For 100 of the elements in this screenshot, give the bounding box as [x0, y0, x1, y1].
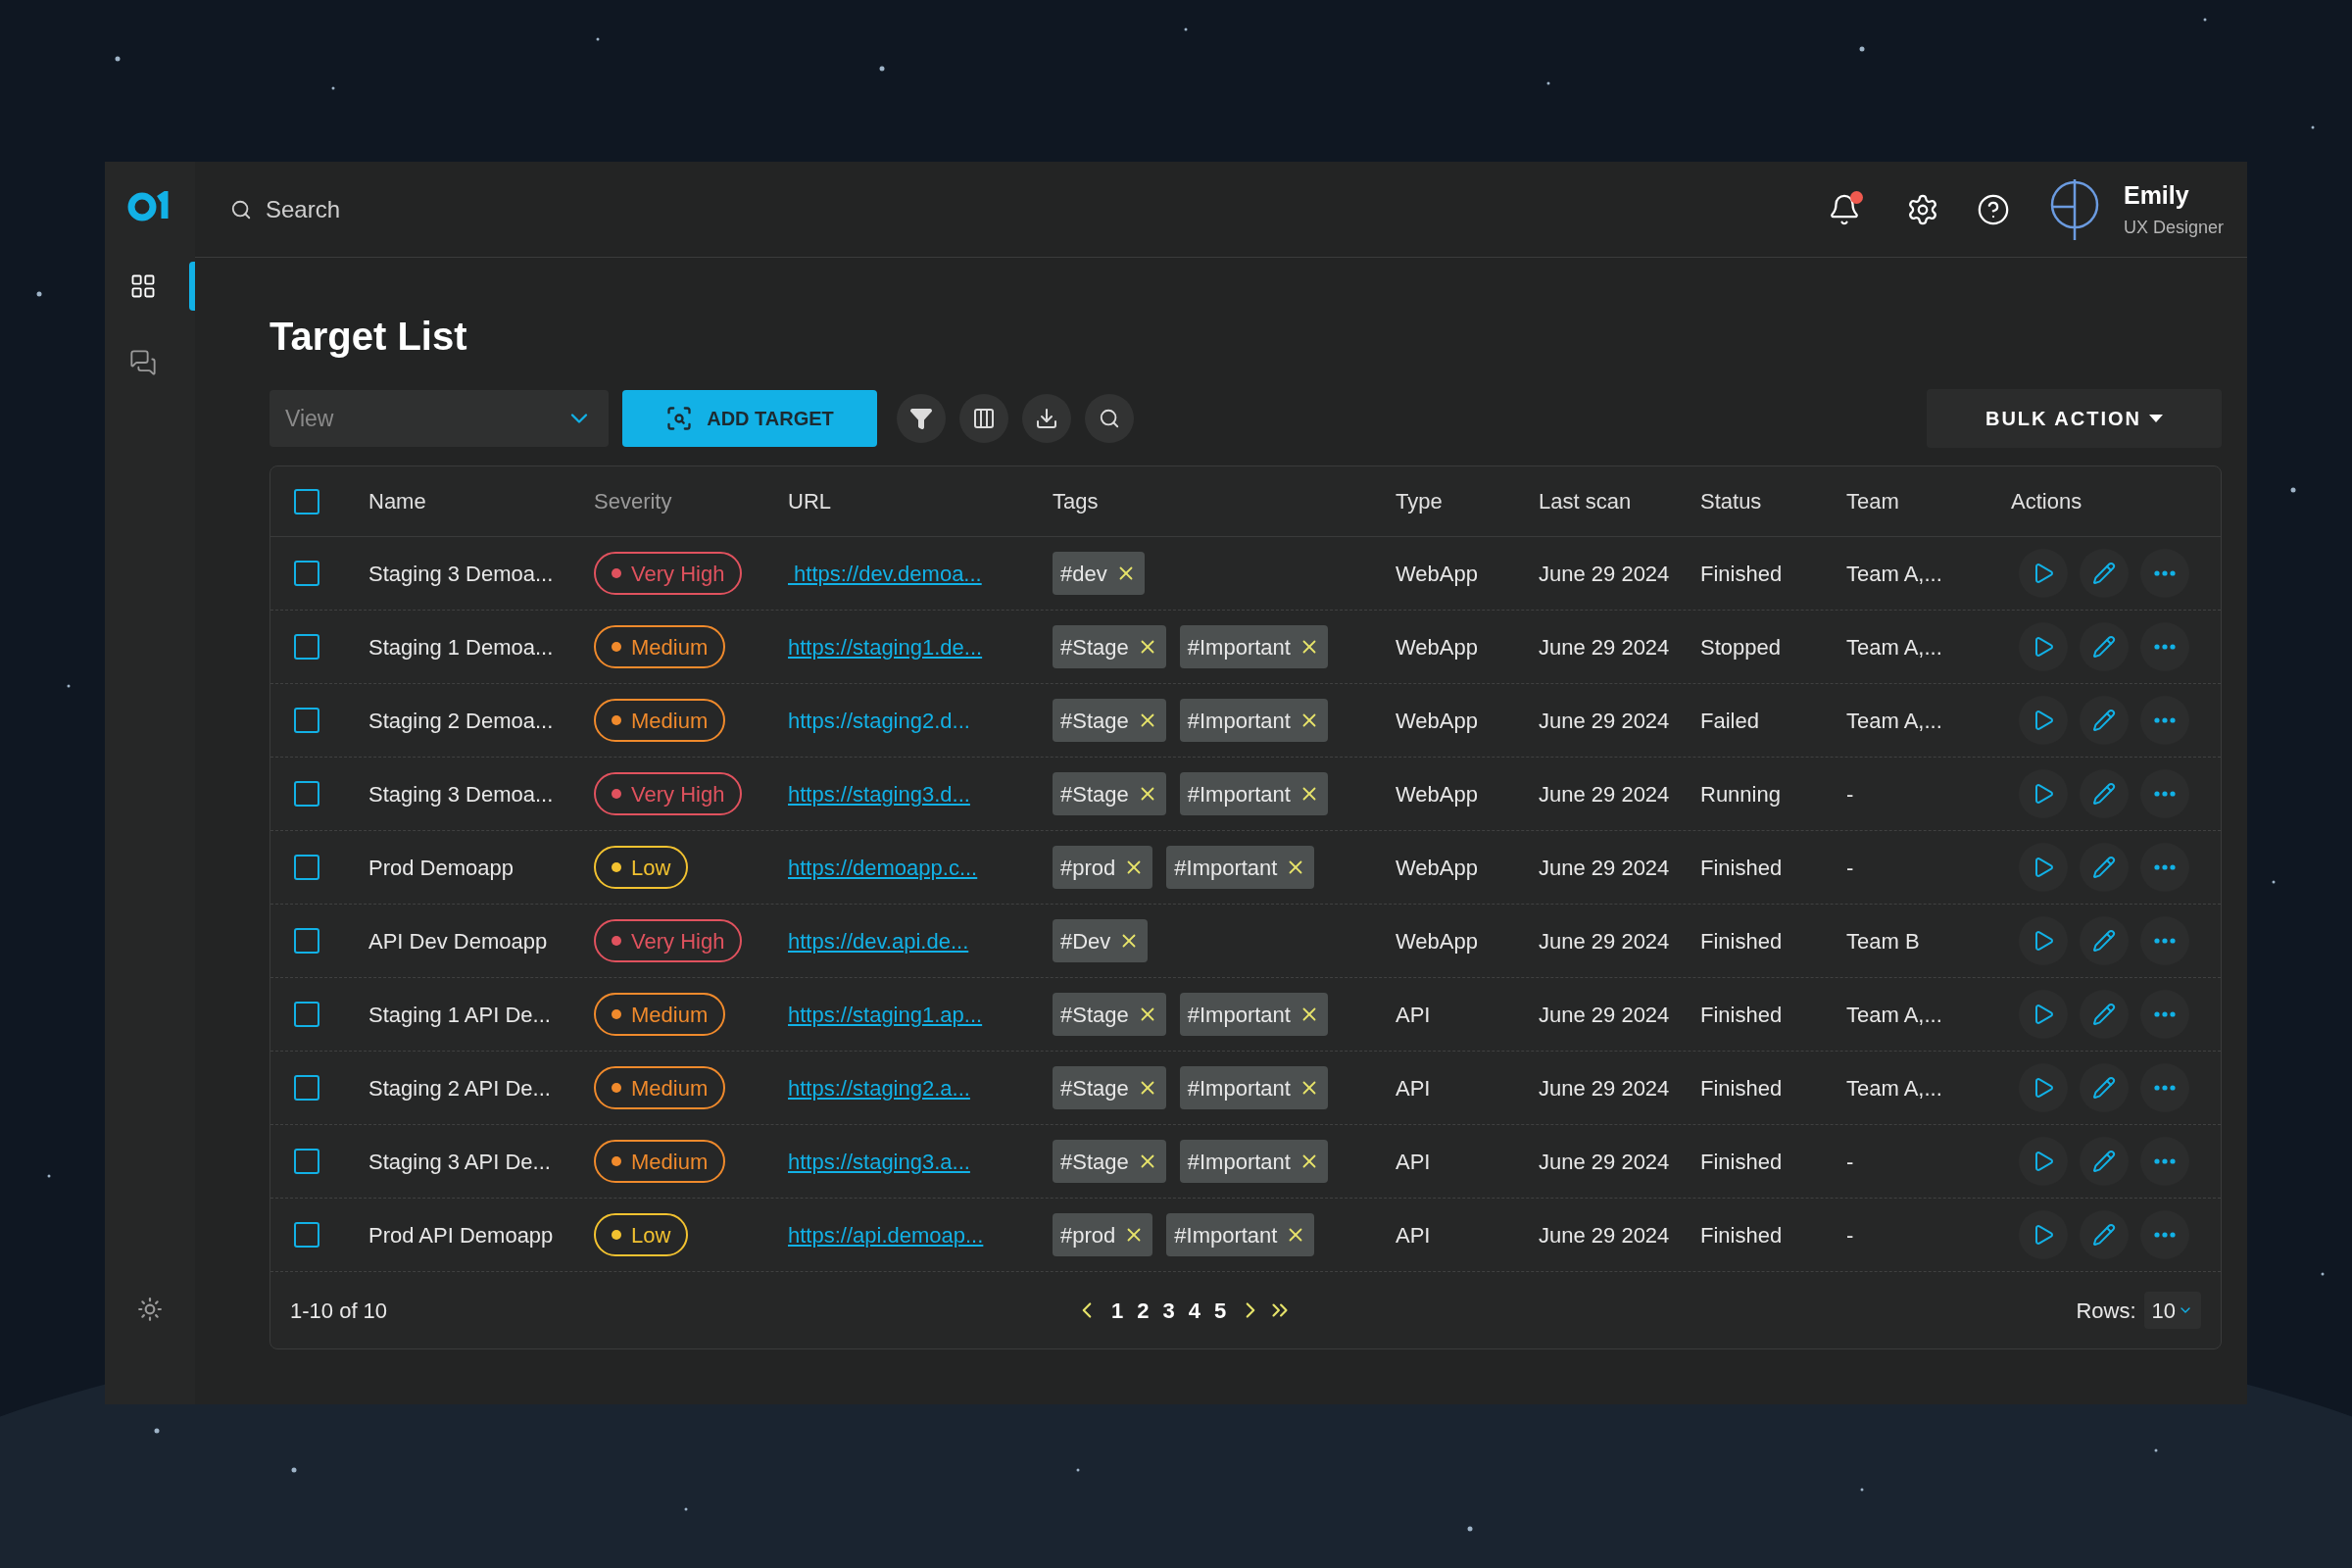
pencil-icon [2092, 1223, 2116, 1247]
type-cell-text: WebApp [1396, 854, 1479, 882]
row-checkbox[interactable] [294, 781, 319, 807]
row-checkbox[interactable] [294, 1222, 319, 1248]
grid-icon [129, 272, 157, 300]
tag-chip: #Important [1166, 1213, 1315, 1256]
more-icon [2154, 644, 2176, 650]
pencil-icon [2092, 782, 2116, 806]
status-cell-text: Finished [1700, 927, 1784, 956]
help-icon[interactable] [1976, 192, 2010, 226]
filter-button[interactable] [897, 394, 946, 443]
status-cell-text: Failed [1700, 707, 1760, 735]
download-button[interactable] [1022, 394, 1071, 443]
url-link[interactable]: https://staging3.d... [788, 777, 970, 810]
view-dropdown[interactable]: View [270, 390, 609, 447]
pencil-icon [2092, 929, 2116, 953]
more-icon [2154, 570, 2176, 576]
tag-chip: #Important [1179, 993, 1328, 1036]
row-checkbox[interactable] [294, 855, 319, 880]
row-checkbox[interactable] [294, 561, 319, 586]
tag-chip: #Important [1166, 846, 1315, 889]
search-button[interactable] [1085, 394, 1134, 443]
last-scan-cell-text: June 29 2024 [1539, 1148, 1671, 1176]
row-checkbox[interactable] [294, 634, 319, 660]
tag-chip: #Important [1179, 1066, 1328, 1109]
row-checkbox[interactable] [294, 1075, 319, 1101]
page-button[interactable]: 2 [1135, 1294, 1152, 1327]
page-button[interactable]: 1 [1109, 1294, 1126, 1327]
add-target-button[interactable]: ADD TARGET [622, 390, 877, 447]
name-cell-text: Staging 3 Demoa... [368, 560, 555, 588]
type-cell-text: WebApp [1396, 927, 1479, 956]
severity-badge: Low [594, 846, 689, 889]
columns-icon [972, 407, 996, 430]
severity-badge: Very High [594, 552, 743, 595]
last-scan-cell-text: June 29 2024 [1539, 780, 1671, 808]
bulk-action-button[interactable]: BULK ACTION [1927, 389, 2222, 448]
pencil-icon [2092, 709, 2116, 732]
severity-badge: Medium [594, 1140, 726, 1183]
tag-chip: #dev [1053, 552, 1145, 595]
row-checkbox[interactable] [294, 1002, 319, 1027]
team-cell-text: Team A,... [1846, 1001, 1943, 1029]
severity-badge: Low [594, 1213, 689, 1256]
more-icon [2154, 1232, 2176, 1238]
team-cell-text: Team A,... [1846, 1074, 1943, 1102]
url-link[interactable]: https://api.demoap... [788, 1218, 984, 1251]
page-button[interactable]: 3 [1160, 1294, 1177, 1327]
last-scan-cell-text: June 29 2024 [1539, 633, 1671, 662]
last-scan-cell-text: June 29 2024 [1539, 1001, 1671, 1029]
more-icon [2154, 1011, 2176, 1017]
row-checkbox[interactable] [294, 708, 319, 733]
team-cell-text: Team A,... [1846, 560, 1943, 588]
name-cell-text: Staging 1 API De... [368, 1001, 552, 1029]
columns-button[interactable] [959, 394, 1008, 443]
url-link[interactable]: https://staging1.de... [788, 630, 983, 663]
severity-badge: Very High [594, 919, 743, 962]
more-icon [2154, 864, 2176, 870]
url-link[interactable]: https://staging2.a... [788, 1071, 970, 1104]
row-checkbox[interactable] [294, 928, 319, 954]
column-header: Team [1846, 488, 1900, 515]
rows-dropdown[interactable]: 10 [2143, 1292, 2201, 1329]
page-button[interactable]: 5 [1212, 1294, 1229, 1327]
column-header: Actions [2011, 488, 2083, 515]
theme-toggle-icon[interactable] [137, 1297, 163, 1322]
last-scan-cell-text: June 29 2024 [1539, 560, 1671, 588]
column-header: Status [1700, 488, 1763, 515]
status-cell-text: Running [1700, 780, 1782, 808]
pencil-icon [2092, 1003, 2116, 1026]
url-link[interactable]: https://staging1.ap... [788, 998, 983, 1031]
last-scan-cell-text: June 29 2024 [1539, 1074, 1671, 1102]
severity-badge: Medium [594, 625, 726, 668]
type-cell-text: WebApp [1396, 707, 1479, 735]
tag-chip: #Stage [1053, 1066, 1166, 1109]
select-all-checkbox[interactable] [294, 488, 319, 514]
avatar-icon [2048, 176, 2100, 242]
tag-chip: #prod [1053, 846, 1153, 889]
name-cell-text: Staging 3 Demoa... [368, 780, 555, 808]
url-link[interactable]: https://staging2.d... [788, 704, 970, 737]
type-cell-text: API [1396, 1221, 1432, 1250]
active-indicator [189, 262, 195, 311]
status-cell-text: Stopped [1700, 633, 1782, 662]
search-field[interactable]: Search [266, 191, 658, 227]
user-role: UX Designer [2123, 216, 2224, 239]
name-cell-text: Prod Demoapp [368, 854, 514, 882]
team-cell-text: - [1846, 854, 1855, 882]
url-link[interactable]: https://dev.api.de... [788, 924, 969, 957]
column-header: Tags [1053, 488, 1100, 515]
team-cell-text: - [1846, 1221, 1855, 1250]
page-button[interactable]: 4 [1186, 1294, 1202, 1327]
tag-chip: #Dev [1053, 919, 1149, 962]
column-header: URL [788, 488, 832, 515]
tag-chip: #Important [1179, 625, 1328, 668]
url-link[interactable]: https://staging3.a... [788, 1145, 970, 1178]
team-cell-text: - [1846, 780, 1855, 808]
last-scan-cell-text: June 29 2024 [1539, 854, 1671, 882]
url-link[interactable]: https://demoapp.c... [788, 851, 978, 884]
last-scan-cell-text: June 29 2024 [1539, 1221, 1671, 1250]
row-checkbox[interactable] [294, 1149, 319, 1174]
tag-chip: #Important [1179, 1140, 1328, 1183]
filter-icon [909, 407, 933, 430]
url-link[interactable]: https://dev.demoa... [788, 557, 982, 590]
